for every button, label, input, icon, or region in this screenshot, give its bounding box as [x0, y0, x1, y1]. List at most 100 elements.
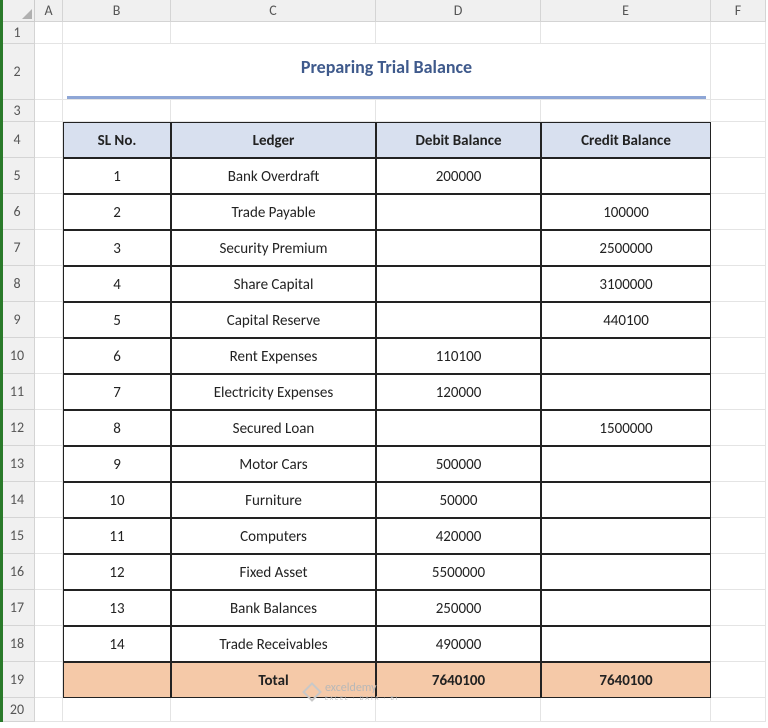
- row-3[interactable]: 3: [0, 100, 35, 122]
- cell-F1[interactable]: [711, 22, 766, 44]
- col-D[interactable]: D: [376, 0, 541, 22]
- cell-E1[interactable]: [541, 22, 711, 44]
- cell-A1[interactable]: [35, 22, 63, 44]
- cell-A12[interactable]: [35, 410, 63, 446]
- td-sl-13[interactable]: 13: [63, 590, 171, 626]
- td-sl-3[interactable]: 3: [63, 230, 171, 266]
- row-17[interactable]: 17: [0, 590, 35, 626]
- row-19[interactable]: 19: [0, 662, 35, 698]
- td-sl-12[interactable]: 12: [63, 554, 171, 590]
- cell-A10[interactable]: [35, 338, 63, 374]
- td-debit-8[interactable]: [376, 410, 541, 446]
- td-sl-1[interactable]: 1: [63, 158, 171, 194]
- cell-A19[interactable]: [35, 662, 63, 698]
- td-sl-7[interactable]: 7: [63, 374, 171, 410]
- row-9[interactable]: 9: [0, 302, 35, 338]
- cell-A9[interactable]: [35, 302, 63, 338]
- cell-A16[interactable]: [35, 554, 63, 590]
- td-ledger-10[interactable]: Furniture: [171, 482, 376, 518]
- row-16[interactable]: 16: [0, 554, 35, 590]
- td-credit-13[interactable]: [541, 590, 711, 626]
- td-credit-6[interactable]: [541, 338, 711, 374]
- col-B[interactable]: B: [63, 0, 171, 22]
- td-debit-5[interactable]: [376, 302, 541, 338]
- cell-B3[interactable]: [63, 100, 171, 122]
- cell-F17[interactable]: [711, 590, 766, 626]
- row-6[interactable]: 6: [0, 194, 35, 230]
- td-credit-9[interactable]: [541, 446, 711, 482]
- td-sl-2[interactable]: 2: [63, 194, 171, 230]
- td-ledger-7[interactable]: Electricity Expenses: [171, 374, 376, 410]
- td-ledger-9[interactable]: Motor Cars: [171, 446, 376, 482]
- cell-F11[interactable]: [711, 374, 766, 410]
- cell-F6[interactable]: [711, 194, 766, 230]
- td-credit-2[interactable]: 100000: [541, 194, 711, 230]
- td-debit-3[interactable]: [376, 230, 541, 266]
- td-credit-5[interactable]: 440100: [541, 302, 711, 338]
- cell-C20[interactable]: [171, 698, 376, 722]
- td-ledger-14[interactable]: Trade Receivables: [171, 626, 376, 662]
- cell-F8[interactable]: [711, 266, 766, 302]
- row-5[interactable]: 5: [0, 158, 35, 194]
- col-A[interactable]: A: [35, 0, 63, 22]
- td-sl-4[interactable]: 4: [63, 266, 171, 302]
- total-credit[interactable]: 7640100: [541, 662, 711, 698]
- td-debit-9[interactable]: 500000: [376, 446, 541, 482]
- td-sl-10[interactable]: 10: [63, 482, 171, 518]
- row-1[interactable]: 1: [0, 22, 35, 44]
- row-11[interactable]: 11: [0, 374, 35, 410]
- total-debit[interactable]: 7640100: [376, 662, 541, 698]
- cell-A3[interactable]: [35, 100, 63, 122]
- td-ledger-1[interactable]: Bank Overdraft: [171, 158, 376, 194]
- total-label[interactable]: Total: [171, 662, 376, 698]
- th-debit[interactable]: Debit Balance: [376, 122, 541, 158]
- cell-C1[interactable]: [171, 22, 376, 44]
- cell-A18[interactable]: [35, 626, 63, 662]
- cell-F15[interactable]: [711, 518, 766, 554]
- cell-A4[interactable]: [35, 122, 63, 158]
- cell-E20[interactable]: [541, 698, 711, 722]
- td-credit-8[interactable]: 1500000: [541, 410, 711, 446]
- th-credit[interactable]: Credit Balance: [541, 122, 711, 158]
- td-debit-7[interactable]: 120000: [376, 374, 541, 410]
- cell-A6[interactable]: [35, 194, 63, 230]
- row-18[interactable]: 18: [0, 626, 35, 662]
- row-7[interactable]: 7: [0, 230, 35, 266]
- td-ledger-6[interactable]: Rent Expenses: [171, 338, 376, 374]
- cell-F13[interactable]: [711, 446, 766, 482]
- cell-F12[interactable]: [711, 410, 766, 446]
- select-all-corner[interactable]: [0, 0, 35, 22]
- cell-A7[interactable]: [35, 230, 63, 266]
- td-credit-1[interactable]: [541, 158, 711, 194]
- cell-F14[interactable]: [711, 482, 766, 518]
- td-ledger-5[interactable]: Capital Reserve: [171, 302, 376, 338]
- td-sl-8[interactable]: 8: [63, 410, 171, 446]
- cell-F3[interactable]: [711, 100, 766, 122]
- row-20[interactable]: 20: [0, 698, 35, 722]
- td-credit-11[interactable]: [541, 518, 711, 554]
- cell-D1[interactable]: [376, 22, 541, 44]
- cell-F5[interactable]: [711, 158, 766, 194]
- spreadsheet[interactable]: A B C D E F 1 2 Preparing Trial Balance …: [0, 0, 768, 722]
- row-14[interactable]: 14: [0, 482, 35, 518]
- cell-E3[interactable]: [541, 100, 711, 122]
- col-E[interactable]: E: [541, 0, 711, 22]
- cell-F16[interactable]: [711, 554, 766, 590]
- td-ledger-3[interactable]: Security Premium: [171, 230, 376, 266]
- td-sl-5[interactable]: 5: [63, 302, 171, 338]
- td-ledger-13[interactable]: Bank Balances: [171, 590, 376, 626]
- cell-F19[interactable]: [711, 662, 766, 698]
- cell-A17[interactable]: [35, 590, 63, 626]
- col-F[interactable]: F: [711, 0, 766, 22]
- td-credit-4[interactable]: 3100000: [541, 266, 711, 302]
- row-15[interactable]: 15: [0, 518, 35, 554]
- row-13[interactable]: 13: [0, 446, 35, 482]
- cell-F18[interactable]: [711, 626, 766, 662]
- cell-A15[interactable]: [35, 518, 63, 554]
- total-sl[interactable]: [63, 662, 171, 698]
- td-debit-1[interactable]: 200000: [376, 158, 541, 194]
- td-debit-2[interactable]: [376, 194, 541, 230]
- td-sl-14[interactable]: 14: [63, 626, 171, 662]
- cell-F7[interactable]: [711, 230, 766, 266]
- cell-D3[interactable]: [376, 100, 541, 122]
